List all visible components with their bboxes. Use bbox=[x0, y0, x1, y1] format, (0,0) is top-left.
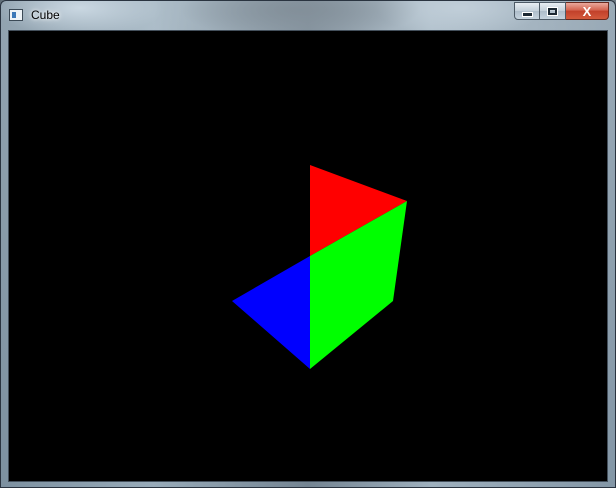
app-window-icon[interactable] bbox=[9, 9, 23, 21]
window-title: Cube bbox=[31, 8, 60, 22]
maximize-icon bbox=[547, 6, 558, 16]
close-icon: X bbox=[582, 3, 592, 19]
cube-render bbox=[232, 165, 407, 369]
app-window: Cube X bbox=[0, 0, 616, 488]
minimize-button[interactable] bbox=[514, 2, 540, 20]
close-button[interactable]: X bbox=[566, 2, 609, 20]
caption-buttons: X bbox=[514, 2, 609, 21]
render-canvas[interactable] bbox=[8, 30, 608, 482]
blue-face bbox=[232, 256, 310, 369]
minimize-icon bbox=[521, 11, 533, 17]
maximize-button[interactable] bbox=[540, 2, 566, 20]
title-bar[interactable]: Cube X bbox=[1, 1, 615, 29]
